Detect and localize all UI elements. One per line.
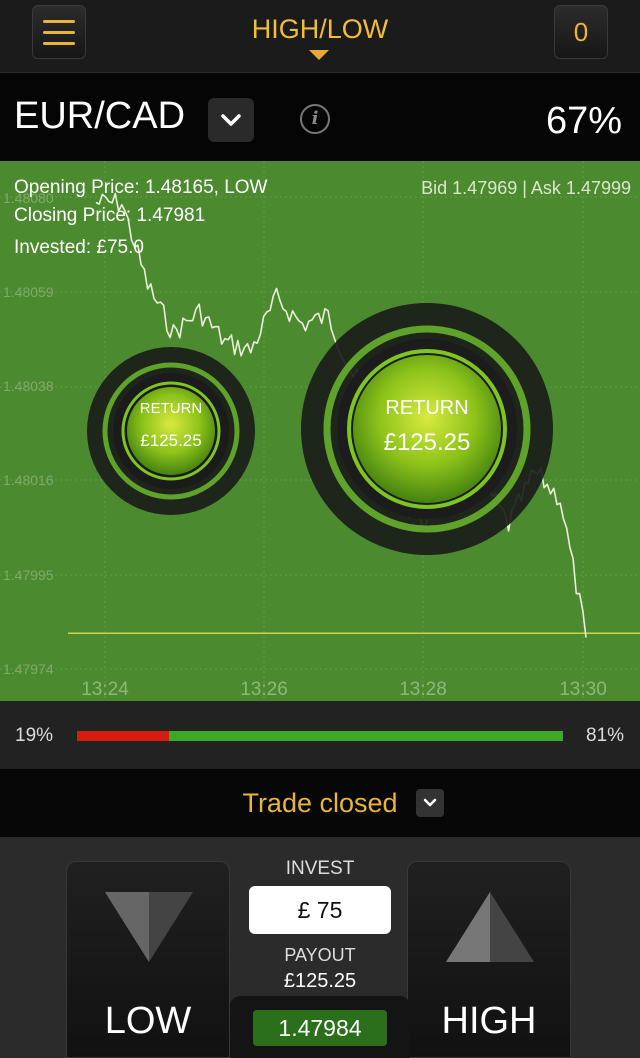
- y-tick-label: 1.48038: [3, 378, 54, 394]
- triangle-down-icon: [105, 892, 193, 962]
- price-chart[interactable]: 1.48080 1.48059 1.48038 1.48016 1.47995 …: [0, 161, 640, 701]
- return-label: RETURN: [140, 400, 203, 417]
- opening-price: Opening Price: 1.48165, LOW: [14, 177, 268, 198]
- return-bubble-large: RETURN £125.25: [301, 303, 553, 555]
- chevron-down-icon: [423, 798, 437, 807]
- invest-label: INVEST: [285, 858, 355, 879]
- payout-value: £125.25: [283, 970, 357, 992]
- triangle-up-icon: [446, 892, 534, 962]
- open-trades-count-button[interactable]: 0: [554, 5, 608, 59]
- trade-status-dropdown[interactable]: [416, 789, 444, 817]
- low-sentiment-pct: 19%: [15, 725, 54, 746]
- return-value: £125.25: [384, 429, 471, 456]
- closing-price: Closing Price: 1.47981: [14, 205, 206, 226]
- x-tick-label: 13:28: [399, 679, 447, 700]
- x-tick-label: 13:26: [240, 679, 288, 700]
- asset-name[interactable]: EUR/CAD: [14, 95, 185, 138]
- high-sentiment-fill: [169, 731, 563, 741]
- payout-label: PAYOUT: [284, 945, 356, 965]
- bid-ask-quote: Bid 1.47969 | Ask 1.47999: [421, 178, 631, 198]
- invest-amount-input[interactable]: £ 75: [249, 886, 391, 934]
- x-tick-label: 13:30: [559, 679, 607, 700]
- current-price-badge: 1.47984: [253, 1010, 387, 1046]
- low-sentiment-fill: [77, 731, 169, 741]
- return-value: £125.25: [140, 431, 201, 450]
- caret-down-icon[interactable]: [309, 50, 329, 60]
- trade-status[interactable]: Trade closed: [0, 788, 640, 819]
- invested-amount: Invested: £75.0: [14, 237, 144, 258]
- y-tick-label: 1.47974: [3, 661, 54, 677]
- return-label: RETURN: [385, 397, 468, 419]
- y-tick-label: 1.47995: [3, 567, 54, 583]
- y-tick-label: 1.48016: [3, 472, 54, 488]
- payout-percentage: 67%: [545, 100, 622, 142]
- low-button-label: LOW: [104, 1000, 192, 1042]
- mode-title[interactable]: HIGH/LOW: [0, 14, 640, 45]
- chevron-down-icon: [221, 114, 241, 126]
- high-button-label: HIGH: [441, 1000, 537, 1042]
- high-sentiment-pct: 81%: [586, 725, 625, 746]
- asset-dropdown-button[interactable]: [208, 98, 254, 142]
- info-icon[interactable]: i: [300, 104, 330, 134]
- x-tick-label: 13:24: [81, 679, 129, 700]
- y-tick-label: 1.48059: [3, 284, 54, 300]
- return-bubble-small: RETURN £125.25: [87, 347, 255, 515]
